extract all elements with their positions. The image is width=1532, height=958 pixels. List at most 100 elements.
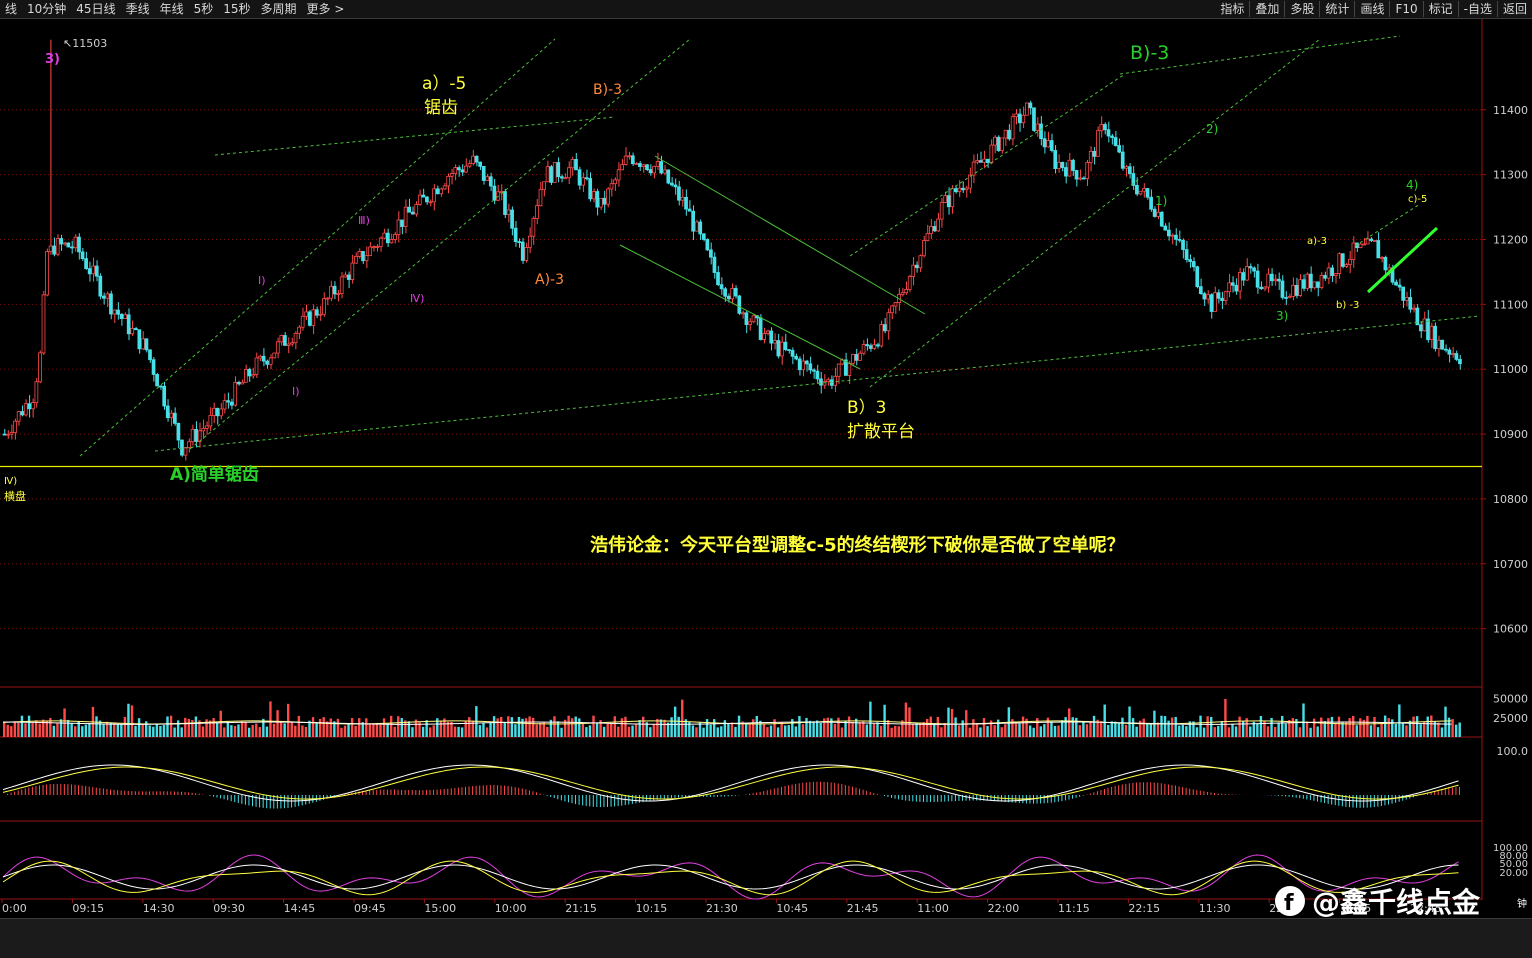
- candle-body: [1046, 140, 1050, 148]
- toolbar-left-item-2[interactable]: 45日线: [71, 1, 120, 17]
- candle-body: [1049, 140, 1054, 151]
- wave-label: Ⅲ): [358, 214, 370, 227]
- candle-body: [868, 345, 873, 349]
- candle-body: [538, 189, 543, 207]
- volume-bar: [148, 725, 151, 737]
- candle-body: [1145, 188, 1150, 198]
- candle-body: [194, 429, 198, 442]
- candle-body: [258, 355, 262, 359]
- candle-body: [102, 295, 106, 299]
- volume-bar: [1163, 716, 1167, 737]
- candle-body: [1266, 273, 1271, 288]
- volume-bar: [805, 717, 808, 737]
- volume-bar: [815, 720, 819, 737]
- volume-bar: [581, 723, 585, 737]
- time-tick-label: 21:15: [565, 902, 597, 915]
- volume-bar: [59, 719, 63, 737]
- volume-bar: [1213, 727, 1216, 737]
- candle-body: [616, 169, 621, 181]
- wedge-upper: [654, 155, 926, 315]
- candle-body: [190, 429, 195, 443]
- candle-body: [421, 194, 426, 198]
- volume-bar: [517, 716, 521, 737]
- toolbar-right-item-2[interactable]: 多股: [1284, 1, 1319, 17]
- volume-bar: [862, 721, 865, 737]
- toolbar-right-item-8[interactable]: 返回: [1496, 1, 1532, 17]
- toolbar-left-item-1[interactable]: 10分钟: [22, 1, 71, 17]
- toolbar-right-item-7[interactable]: -自选: [1457, 1, 1497, 17]
- wave-label: Ⅰ): [258, 274, 266, 287]
- candle-body: [1042, 138, 1047, 148]
- macd-tick-label: 100.0: [1497, 745, 1529, 758]
- volume-tick-label: 50000: [1493, 693, 1528, 706]
- kdj-j: [2, 854, 1459, 900]
- volume-bar: [879, 725, 883, 737]
- candle-body: [822, 381, 827, 386]
- volume-bar: [801, 724, 805, 737]
- candle-body: [875, 344, 880, 347]
- toolbar-left-item-5[interactable]: 5秒: [189, 1, 219, 17]
- volume-bar: [883, 704, 886, 737]
- toolbar-left-item-3[interactable]: 季线: [121, 1, 155, 17]
- toolbar-left-item-8[interactable]: 更多 >: [302, 1, 350, 17]
- volume-bar: [606, 723, 609, 737]
- volume-bar: [1273, 727, 1277, 737]
- toolbar-right-item-5[interactable]: F10: [1389, 1, 1422, 17]
- toolbar-right-item-0[interactable]: 指标: [1215, 1, 1249, 17]
- volume-bar: [531, 717, 535, 737]
- volume-bar: [663, 719, 666, 737]
- candle-body: [620, 164, 625, 171]
- candle-body: [1021, 114, 1026, 124]
- candle-body: [591, 191, 596, 200]
- candle-body: [741, 312, 745, 315]
- volume-bar: [620, 718, 624, 737]
- toolbar-left-item-6[interactable]: 15秒: [218, 1, 255, 17]
- volume-bar: [375, 722, 379, 737]
- candle-body: [1127, 166, 1132, 174]
- volume-bar: [17, 722, 20, 737]
- toolbar-right-item-4[interactable]: 画线: [1354, 1, 1389, 17]
- volume-bar: [1068, 708, 1071, 737]
- volume-bar: [734, 726, 737, 737]
- wave-label: 3): [1276, 309, 1288, 323]
- status-period: 钟: [1517, 897, 1527, 910]
- candle-body: [1188, 259, 1192, 262]
- candle-body: [350, 262, 355, 280]
- candle-body: [858, 352, 862, 361]
- candle-body: [70, 246, 74, 249]
- candle-body: [481, 166, 486, 181]
- volume-bar: [386, 723, 389, 737]
- time-tick-label: 10:00: [495, 902, 527, 915]
- candle-body: [524, 247, 529, 261]
- volume-bar: [372, 723, 375, 737]
- price-tick-label: 11400: [1493, 104, 1528, 117]
- candle-body: [1177, 238, 1182, 241]
- volume-bar: [1444, 706, 1447, 737]
- volume-bar: [617, 726, 620, 737]
- toolbar-right-item-6[interactable]: 标记: [1422, 1, 1458, 17]
- toolbar-left-item-0[interactable]: 线: [0, 1, 22, 17]
- volume-bar: [1430, 715, 1433, 737]
- wave-label: a）-5: [422, 74, 466, 94]
- toolbar-left-item-7[interactable]: 多周期: [256, 1, 302, 17]
- candle-body: [212, 407, 216, 416]
- volume-bar: [1124, 724, 1128, 737]
- time-tick-label: 22:00: [988, 902, 1020, 915]
- candle-body: [1184, 249, 1189, 260]
- volume-bar: [716, 727, 719, 737]
- wave-label: c)-5: [1408, 194, 1427, 205]
- volume-bar: [578, 718, 581, 737]
- candle-body: [1419, 324, 1423, 332]
- volume-bar: [1312, 718, 1316, 737]
- volume-bar: [1394, 723, 1397, 737]
- candle-body: [1191, 261, 1196, 268]
- toolbar-right-item-1[interactable]: 叠加: [1249, 1, 1284, 17]
- toolbar-right-item-3[interactable]: 统计: [1319, 1, 1354, 17]
- candle-body: [1149, 196, 1153, 210]
- toolbar-left-item-4[interactable]: 年线: [155, 1, 189, 17]
- candle-body: [1316, 281, 1320, 288]
- volume-bar: [759, 720, 762, 737]
- candle-body: [1078, 177, 1082, 180]
- candle-body: [425, 196, 429, 203]
- volume-bar: [1028, 725, 1032, 737]
